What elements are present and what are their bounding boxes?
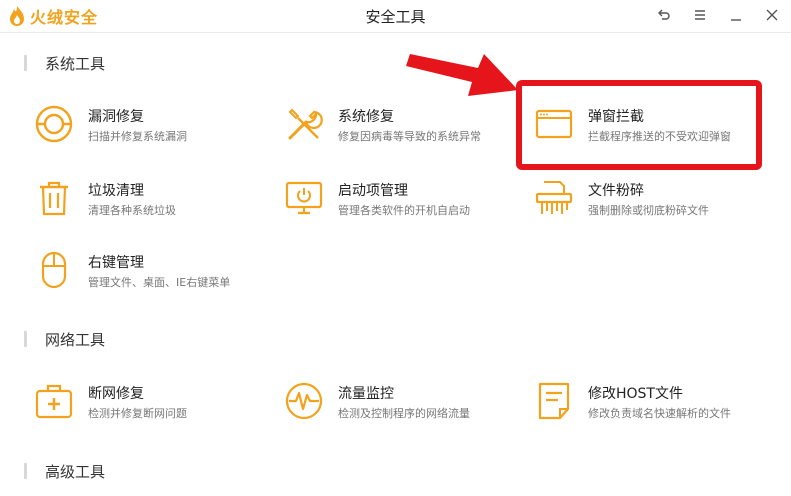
tool-host-file[interactable]: 修改HOST文件 修改负责域名快速解析的文件: [534, 381, 764, 433]
tool-traffic-monitor[interactable]: 流量监控 检测及控制程序的网络流量: [284, 381, 514, 433]
tool-startup-manager[interactable]: 启动项管理 管理各类软件的开机自启动: [284, 178, 514, 230]
tool-description: 管理文件、桌面、IE右键菜单: [88, 276, 231, 289]
section-marker: [24, 331, 27, 347]
startup-manager-icon: [285, 181, 323, 215]
section-label: 高级工具: [45, 462, 106, 481]
close-icon: [766, 9, 778, 21]
annotation-arrow-icon: [406, 54, 518, 96]
back-button[interactable]: [653, 4, 675, 26]
minimize-button[interactable]: [725, 4, 747, 26]
tool-description: 清理各种系统垃圾: [88, 204, 176, 217]
tool-name: 垃圾清理: [88, 183, 144, 199]
tool-description: 管理各类软件的开机自启动: [338, 204, 470, 217]
mouse-menu-icon: [41, 251, 67, 289]
close-button[interactable]: [761, 4, 783, 26]
section-marker: [24, 55, 27, 71]
vulnerability-repair-icon: [35, 105, 73, 143]
tool-file-shredder[interactable]: 文件粉碎 强制删除或彻底粉碎文件: [534, 178, 764, 230]
tool-description: 修复因病毒等导致的系统异常: [338, 130, 481, 143]
host-file-icon: [538, 382, 570, 420]
tool-name: 右键管理: [88, 255, 144, 271]
tool-system-repair[interactable]: 系统修复 修复因病毒等导致的系统异常: [284, 104, 514, 156]
undo-icon: [658, 9, 670, 20]
trash-clean-icon: [40, 181, 68, 216]
tool-name: 系统修复: [338, 109, 394, 125]
section-marker: [24, 463, 27, 479]
tool-description: 检测并修复断网问题: [88, 407, 187, 420]
section-title-advanced: 高级工具: [24, 461, 105, 481]
section-label: 网络工具: [45, 330, 106, 349]
tool-description: 检测及控制程序的网络流量: [338, 407, 470, 420]
tool-mouse-menu[interactable]: 右键管理 管理文件、桌面、IE右键菜单: [34, 250, 264, 302]
tool-trash-clean[interactable]: 垃圾清理 清理各种系统垃圾: [34, 178, 264, 230]
network-repair-icon: [35, 384, 73, 419]
annotation-highlight-box: [516, 80, 762, 170]
window-controls: [653, 4, 783, 26]
menu-icon: [695, 10, 705, 20]
file-shredder-icon: [535, 181, 573, 214]
section-title-system: 系统工具: [24, 53, 105, 73]
tool-description: 修改负责域名快速解析的文件: [588, 407, 731, 420]
tool-name: 断网修复: [88, 386, 144, 402]
tool-description: 强制删除或彻底粉碎文件: [588, 204, 709, 217]
tool-name: 漏洞修复: [88, 109, 144, 125]
section-label: 系统工具: [45, 54, 106, 73]
tool-name: 修改HOST文件: [588, 386, 683, 402]
minimize-icon: [731, 19, 741, 21]
tool-name: 流量监控: [338, 386, 394, 402]
title-bar: 火绒安全 安全工具: [0, 0, 791, 33]
tool-name: 启动项管理: [338, 183, 408, 199]
section-title-network: 网络工具: [24, 329, 105, 349]
traffic-monitor-icon: [285, 382, 323, 420]
tool-vulnerability-repair[interactable]: 漏洞修复 扫描并修复系统漏洞: [34, 104, 264, 156]
system-repair-icon: [288, 108, 323, 140]
tool-network-repair[interactable]: 断网修复 检测并修复断网问题: [34, 381, 264, 433]
menu-button[interactable]: [689, 4, 711, 26]
tool-name: 文件粉碎: [588, 183, 644, 199]
tool-description: 扫描并修复系统漏洞: [88, 130, 187, 143]
